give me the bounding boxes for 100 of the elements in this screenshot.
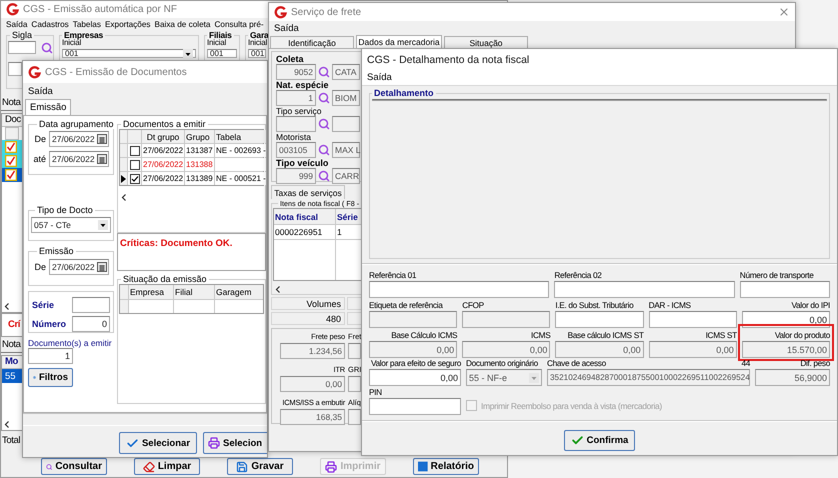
field-label: Série (32, 300, 54, 310)
tab[interactable]: Identificação (270, 36, 354, 48)
text-field[interactable]: 0,00 (462, 341, 550, 358)
menu-item[interactable]: Saída (6, 20, 28, 29)
tab[interactable]: Dados da mercadoria (356, 35, 442, 48)
tab[interactable]: Taxas de serviços (271, 185, 345, 199)
text-field[interactable] (348, 376, 361, 392)
action-button[interactable]: Selecionar (119, 432, 197, 454)
text-field[interactable] (369, 398, 461, 415)
scroll-left-icon[interactable] (119, 192, 129, 203)
menu-item[interactable]: Saída (367, 72, 392, 83)
search-icon[interactable] (318, 144, 330, 156)
text-field[interactable] (332, 116, 360, 132)
text-field[interactable]: 001 (248, 49, 266, 58)
text-field[interactable]: 999 (276, 168, 316, 184)
window-title: CGS - Emissão automática por NF (23, 4, 177, 15)
text-field[interactable] (8, 62, 22, 76)
calendar-icon[interactable] (96, 154, 107, 164)
dropdown[interactable]: 001 (62, 49, 196, 58)
text-field[interactable]: 0 (72, 316, 110, 332)
action-button[interactable]: Limpar (134, 458, 200, 475)
field-label: Coleta (276, 54, 305, 64)
field-label: PIN (369, 387, 382, 397)
search-icon[interactable] (318, 118, 330, 130)
checkbox[interactable] (5, 155, 17, 167)
menu-item[interactable]: Baixa de coleta (154, 20, 210, 29)
text-field[interactable]: 003105 (276, 142, 316, 158)
scroll-left-icon[interactable] (273, 284, 283, 295)
calendar-icon[interactable] (96, 134, 107, 144)
text-field[interactable]: 0,00 (555, 341, 644, 358)
text-field[interactable]: 1.234,56 (280, 343, 345, 359)
menu-item[interactable]: Cadastros (31, 20, 69, 29)
field-label: Referência 01 (369, 270, 416, 280)
search-icon[interactable] (318, 92, 330, 104)
table-cell: 27/06/2022 (142, 158, 184, 171)
text-field[interactable]: 0,00 (369, 369, 461, 386)
text-field[interactable] (462, 311, 550, 328)
text-field[interactable]: 1 (28, 348, 73, 364)
search-icon[interactable] (318, 170, 330, 182)
text-field[interactable]: 168,35 (280, 409, 345, 425)
action-button[interactable]: Selecion (203, 432, 267, 454)
checkbox[interactable] (5, 141, 17, 153)
text-field[interactable] (8, 41, 36, 54)
text-field[interactable] (554, 281, 735, 298)
text-field[interactable] (740, 281, 830, 298)
menu-item[interactable]: Consulta pré- (214, 20, 264, 29)
text-field[interactable]: 0,00 (369, 341, 458, 358)
text-field[interactable]: BIOM (332, 90, 360, 106)
text-field[interactable]: 15.570,00 (742, 341, 830, 358)
close-icon[interactable] (778, 6, 790, 18)
dropdown[interactable]: 057 - CTe (31, 217, 111, 233)
critique-text: Críticas: Documento OK. (120, 238, 232, 249)
action-button[interactable]: Consultar (41, 458, 107, 475)
date-field[interactable]: 27/06/2022 (49, 131, 109, 147)
text-field[interactable]: 0,00 (280, 376, 345, 392)
text-field[interactable] (555, 311, 644, 328)
search-icon[interactable] (318, 66, 330, 78)
filter-button[interactable]: Filtros (28, 368, 73, 387)
text-field[interactable] (348, 343, 361, 359)
text-field[interactable] (369, 311, 458, 328)
menu-item[interactable]: Exportações (104, 20, 150, 29)
dropdown[interactable]: 55 - NF-e (466, 369, 542, 386)
text-field[interactable] (72, 297, 110, 313)
menu-item[interactable]: Saída (274, 22, 299, 34)
list-row[interactable] (2, 140, 22, 154)
menu-item[interactable]: Saída (28, 86, 53, 96)
confirm-button[interactable]: Confirma (564, 430, 635, 451)
eraser-icon (142, 460, 155, 472)
date-field[interactable]: 27/06/2022 (49, 151, 109, 167)
action-button[interactable]: Gravar (227, 458, 293, 475)
scroll-left-icon[interactable] (2, 419, 12, 430)
search-icon[interactable] (41, 42, 53, 54)
date-field[interactable]: 27/06/2022 (49, 259, 109, 275)
text-field[interactable]: MAX L (332, 142, 360, 158)
checkbox[interactable] (5, 169, 17, 181)
text-field[interactable] (369, 281, 550, 298)
scroll-left-icon[interactable] (2, 301, 12, 312)
text-field[interactable] (276, 116, 316, 132)
calendar-icon[interactable] (96, 262, 107, 272)
text-field[interactable]: CATA (332, 64, 360, 80)
tab[interactable]: Emissão (25, 99, 72, 115)
tab[interactable]: Situação (444, 36, 528, 48)
text-field[interactable]: 0,00 (648, 341, 737, 358)
text-field[interactable]: 35210246948287000187550010002269511002269524 (547, 369, 750, 386)
text-field[interactable] (348, 409, 361, 425)
list-row[interactable] (2, 168, 22, 182)
column-header: Volumes (271, 297, 345, 310)
checkbox[interactable] (466, 400, 477, 411)
menu-item[interactable]: Tabelas (72, 20, 101, 29)
text-field[interactable]: CARR (332, 168, 360, 184)
text-field[interactable]: 9052 (276, 64, 316, 80)
list-row[interactable] (2, 154, 22, 168)
list-row[interactable]: 55 (2, 369, 22, 383)
action-button[interactable]: Relatório (413, 458, 479, 475)
text-field[interactable]: 001 (207, 49, 237, 58)
text-field[interactable] (648, 311, 737, 328)
text-field[interactable]: 56,9000 (755, 369, 830, 386)
text-field[interactable]: 1 (276, 90, 316, 106)
column-header: Tabela (215, 130, 266, 143)
character-count: 44 (741, 358, 750, 368)
